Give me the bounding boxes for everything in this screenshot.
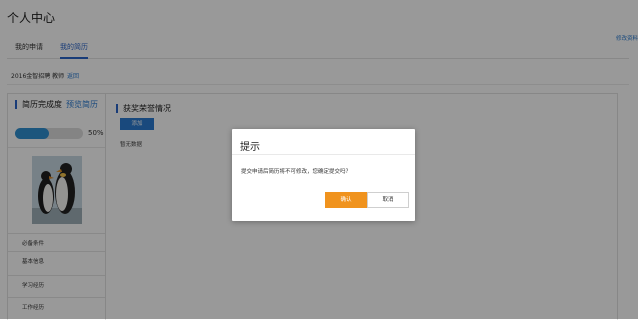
dialog-title: 提示 [240,142,260,153]
dialog-message: 提交申请后简历将不可修改，您确定提交吗？ [241,169,352,175]
cancel-button[interactable]: 取消 [367,192,409,208]
confirm-button[interactable]: 确认 [325,192,367,208]
confirm-dialog: 提示 提交申请后简历将不可修改，您确定提交吗？ 确认 取消 [232,129,415,221]
dialog-divider [232,154,415,155]
